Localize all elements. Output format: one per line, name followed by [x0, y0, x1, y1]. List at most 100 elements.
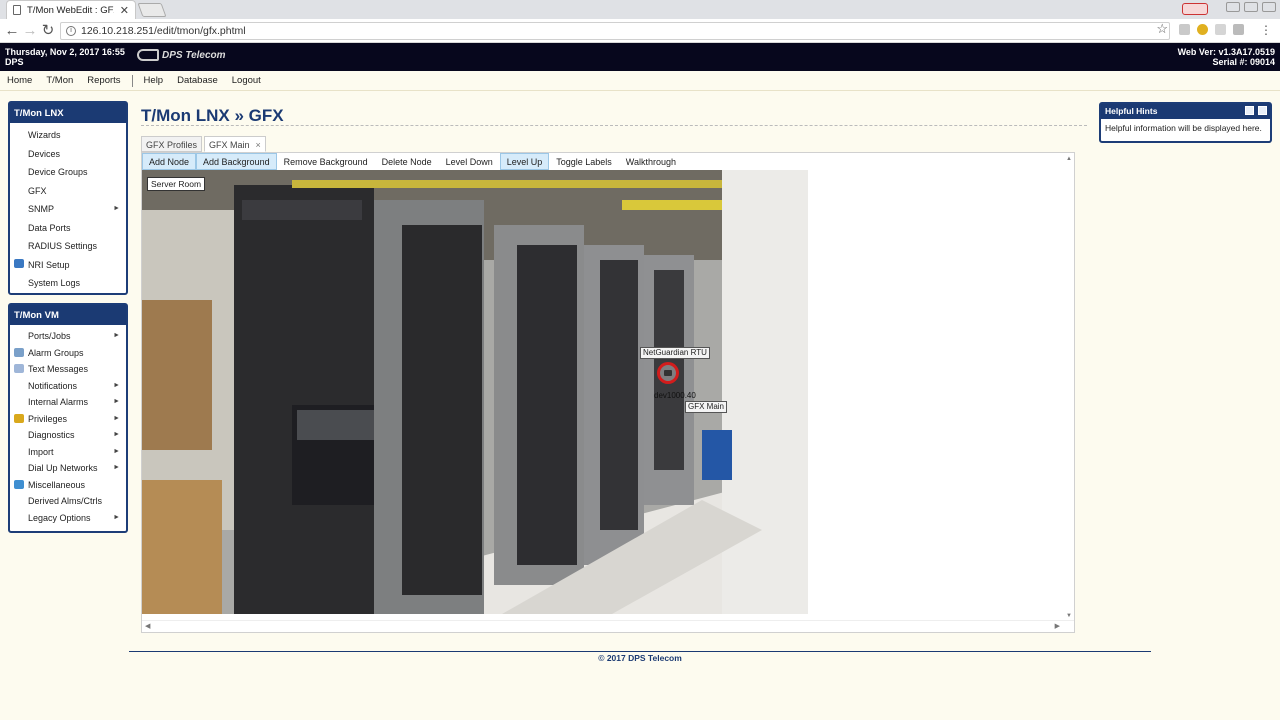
hints-collapse-icon[interactable] [1258, 106, 1267, 115]
footer-copyright: © 2017 DPS Telecom [598, 653, 682, 663]
sidebar-item[interactable]: Wizards [10, 126, 126, 145]
nav-tmon[interactable]: T/Mon [46, 75, 73, 86]
close-tab-icon[interactable]: ✕ [120, 4, 129, 17]
browser-menu-icon[interactable]: ⋮ [1260, 23, 1272, 37]
nav-reports[interactable]: Reports [87, 75, 120, 86]
sidebar-item-label: Data Ports [28, 222, 71, 233]
sidebar-item-label: Derived Alms/Ctrls [28, 496, 103, 506]
sidebar-item[interactable]: Data Ports [10, 219, 126, 238]
toolbar-button-toggle-labels[interactable]: Toggle Labels [549, 153, 619, 170]
sidebar-item[interactable]: Legacy Options ► [10, 510, 126, 527]
gfx-subtabs: GFX Profiles GFX Main × [141, 136, 266, 152]
sidebar-item[interactable]: Notifications ► [10, 378, 126, 395]
toolbar-button-level-down[interactable]: Level Down [439, 153, 500, 170]
url-input[interactable]: i 126.10.218.251/edit/tmon/gfx.phtml [60, 22, 1170, 40]
nav-database[interactable]: Database [177, 75, 218, 86]
sidebar-item-label: System Logs [28, 278, 81, 288]
sidebar-item[interactable]: GFX [10, 182, 126, 201]
background-image[interactable]: Server Room NetGuardian RTU dev1000.40 G… [142, 170, 808, 614]
sidebar-item[interactable]: System Logs [10, 274, 126, 293]
nri-icon [14, 258, 24, 268]
forward-icon[interactable]: → [22, 22, 38, 40]
bookmark-star-icon[interactable]: ☆ [1156, 21, 1168, 37]
tmon-vm-panel: T/Mon VM Ports/Jobs ► Alarm Groups Text Mes… [8, 303, 128, 533]
sidebar-item[interactable]: NRI Setup [10, 256, 126, 275]
toolbar-button-walkthrough[interactable]: Walkthrough [619, 153, 683, 170]
sidebar-item[interactable]: Diagnostics ► [10, 427, 126, 444]
sidebar-item[interactable]: Internal Alarms ► [10, 394, 126, 411]
sidebar-item[interactable]: Dial Up Networks ► [10, 460, 126, 477]
server-room-photo [142, 170, 808, 614]
nav-home[interactable]: Home [7, 75, 32, 86]
extension-icon[interactable] [1179, 24, 1190, 35]
helpful-hints-panel: Helpful Hints Helpful information will b… [1099, 102, 1272, 143]
key-icon [14, 413, 24, 423]
scroll-down-icon[interactable]: ▼ [1066, 613, 1072, 619]
sidebar-item-label: Dial Up Networks [28, 463, 98, 473]
page-title: T/Mon LNX » GFX [141, 106, 284, 125]
hints-text: Helpful information will be displayed he… [1105, 123, 1262, 133]
info-icon[interactable]: i [66, 26, 76, 36]
app-header: Thursday, Nov 2, 2017 16:55 DPS DPS Tele… [0, 43, 1280, 71]
sidebar-item[interactable]: SNMP ► [10, 200, 126, 219]
scroll-up-icon[interactable]: ▲ [1066, 156, 1072, 162]
profile-icon[interactable] [1182, 3, 1208, 15]
scroll-left-icon[interactable]: ◀ [145, 622, 150, 630]
sidebar-item[interactable]: Miscellaneous [10, 477, 126, 494]
sidebar-item[interactable]: Device Groups [10, 163, 126, 182]
sidebar-item-label: Notifications [28, 380, 78, 391]
extension-icon[interactable] [1233, 24, 1244, 35]
reload-icon[interactable]: ↻ [40, 22, 56, 40]
toolbar-button-level-up[interactable]: Level Up [499, 153, 550, 170]
sidebar-item[interactable]: Derived Alms/Ctrls [10, 493, 126, 510]
browser-tab[interactable]: T/Mon WebEdit : GFX ✕ [6, 0, 136, 19]
hints-header: Helpful Hints [1101, 104, 1270, 119]
tab-gfx-main[interactable]: GFX Main × [204, 136, 266, 152]
new-tab-button[interactable] [137, 3, 167, 17]
sidebar-item-label: NRI Setup [28, 259, 70, 270]
toolbar-button-delete-node[interactable]: Delete Node [375, 153, 439, 170]
tab-gfx-profiles[interactable]: GFX Profiles [141, 136, 203, 152]
submenu-arrow-icon: ► [113, 513, 120, 521]
maximize-icon[interactable] [1244, 2, 1258, 12]
extension-icon[interactable] [1197, 24, 1208, 35]
title-divider [141, 125, 1087, 126]
nav-help[interactable]: Help [144, 75, 164, 86]
sidebar-item-label: Internal Alarms [28, 397, 89, 407]
horizontal-scrollbar[interactable]: ◀ ▶ [142, 620, 1074, 632]
sidebar-item[interactable]: Alarm Groups [10, 345, 126, 362]
sidebar-item-label: Device Groups [28, 167, 88, 177]
serial-number: Serial #: 09014 [1212, 57, 1275, 67]
document-icon [13, 5, 21, 15]
top-nav: Home T/Mon Reports Help Database Logout [0, 71, 1280, 91]
close-tab-icon[interactable]: × [256, 140, 261, 150]
toolbar-button-add-background[interactable]: Add Background [196, 153, 277, 170]
sidebar-item[interactable]: Ports/Jobs ► [10, 328, 126, 345]
tab-label: GFX Profiles [146, 140, 198, 150]
room-label: Server Room [147, 177, 206, 191]
nav-logout[interactable]: Logout [232, 75, 261, 86]
toolbar-button-remove-background[interactable]: Remove Background [277, 153, 375, 170]
tmon-lnx-menu: Wizards Devices Device Groups GFX SNMP ► Data … [10, 123, 126, 296]
sidebar-item[interactable]: Text Messages [10, 361, 126, 378]
panel-title: T/Mon LNX [10, 103, 126, 123]
sidebar-item[interactable]: Privileges ► [10, 411, 126, 428]
extension-icon[interactable] [1215, 24, 1226, 35]
logo-mark-icon [137, 49, 159, 61]
node-tooltip: GFX Main [685, 401, 728, 413]
sidebar-item-label: GFX [28, 185, 47, 196]
vertical-scrollbar[interactable]: ▲ ▼ [1064, 153, 1074, 619]
toolbar-button-add-node[interactable]: Add Node [142, 153, 197, 170]
sidebar-item[interactable]: Import ► [10, 444, 126, 461]
back-icon[interactable]: ← [4, 22, 20, 40]
scroll-right-icon[interactable]: ▶ [1055, 622, 1060, 630]
sidebar-item[interactable]: Devices [10, 145, 126, 164]
web-version: Web Ver: v1.3A17.0519 [1177, 47, 1275, 57]
node-alarm-icon[interactable] [657, 362, 679, 384]
hints-pin-icon[interactable] [1245, 106, 1254, 115]
node-address: dev1000.40 [654, 391, 696, 400]
url-text: 126.10.218.251/edit/tmon/gfx.phtml [81, 25, 246, 37]
close-window-icon[interactable] [1262, 2, 1276, 12]
minimize-icon[interactable] [1226, 2, 1240, 12]
sidebar-item[interactable]: RADIUS Settings [10, 237, 126, 256]
